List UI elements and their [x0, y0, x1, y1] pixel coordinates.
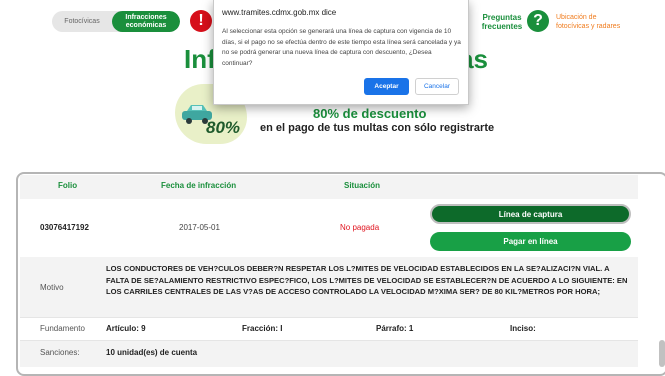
scrollbar-thumb[interactable]	[659, 340, 665, 367]
folio-value: 03076417192	[40, 223, 89, 232]
articulo-value: Artículo: 9	[106, 324, 146, 333]
pagar-en-linea-button[interactable]: Pagar en línea	[430, 232, 631, 251]
motivo-label: Motivo	[40, 283, 64, 292]
header-situacion: Situación	[344, 181, 381, 190]
dialog-title: www.tramites.cdmx.gob.mx dice	[222, 8, 337, 17]
sanciones-label: Sanciones:	[40, 348, 80, 357]
question-icon[interactable]: ?	[527, 10, 549, 32]
promo-badge: 80%	[206, 118, 241, 137]
header-folio: Folio	[58, 181, 78, 190]
tab-fotocivicas[interactable]: Fotocívicas	[52, 11, 112, 32]
linea-captura-button[interactable]: Línea de captura	[430, 204, 631, 224]
inciso-value: Inciso:	[510, 324, 536, 333]
fundamento-label: Fundamento	[40, 324, 85, 333]
mode-tabs: Fotocívicas Infracciones económicas	[52, 11, 180, 32]
fraccion-value: Fracción: I	[242, 324, 283, 333]
ubicacion-link[interactable]: Ubicación de fotocívicas y radares	[556, 13, 630, 31]
status-badge: No pagada	[340, 223, 380, 232]
motivo-text: LOS CONDUCTORES DE VEH?CULOS DEBER?N RES…	[106, 264, 628, 296]
faq-link[interactable]: Preguntas frecuentes	[478, 13, 526, 31]
fecha-value: 2017-05-01	[179, 223, 220, 232]
page-title-left: Inf	[184, 44, 216, 74]
parrafo-value: Párrafo: 1	[376, 324, 414, 333]
dialog-message: Al seleccionar esta opción se generará u…	[222, 28, 461, 67]
tab-infracciones[interactable]: Infracciones económicas	[112, 11, 180, 32]
accept-button[interactable]: Aceptar	[364, 78, 409, 95]
sanciones-value: 10 unidad(es) de cuenta	[106, 348, 198, 357]
promo-text: en el pago de tus multas con sólo regist…	[260, 122, 495, 134]
table-header	[20, 175, 638, 199]
header-fecha: Fecha de infracción	[161, 181, 237, 190]
alert-icon[interactable]: !	[190, 10, 212, 32]
cancel-button[interactable]: Cancelar	[415, 78, 459, 95]
promo-percentage: 80% de descuento	[313, 106, 427, 121]
